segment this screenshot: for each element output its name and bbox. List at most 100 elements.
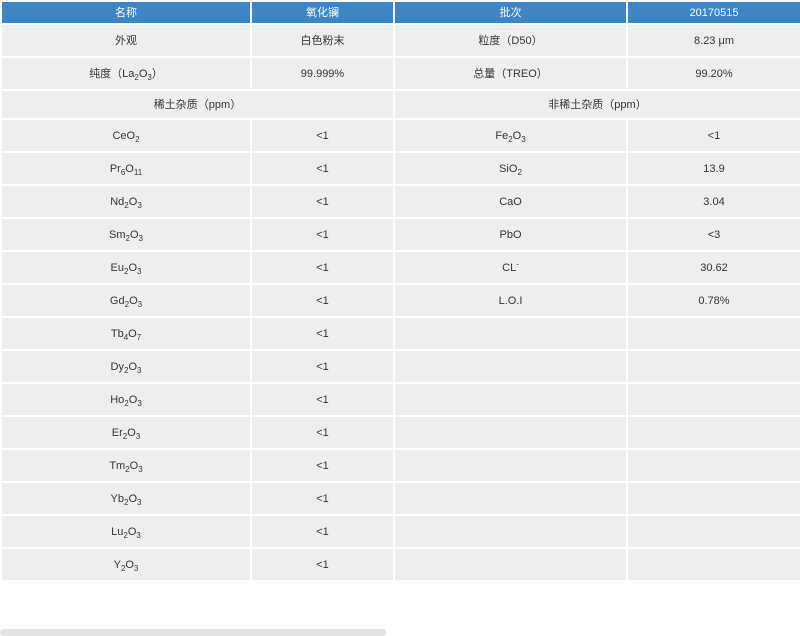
impurity-row: Lu2O3 <1 [2, 516, 800, 547]
non-rare-earth-formula: SiO2 [395, 153, 626, 184]
impurity-row: CeO2 <1 Fe2O3 <1 [2, 120, 800, 151]
impurity-row: Ho2O3 <1 [2, 384, 800, 415]
rare-earth-formula-el: Tb [110, 327, 124, 340]
non-rare-earth-value-empty [628, 483, 800, 514]
rare-earth-formula-o: O [128, 492, 138, 505]
rare-earth-formula-el: Gd [109, 294, 125, 307]
non-rare-earth-formula-el: CaO [499, 195, 522, 208]
non-rare-earth-value-empty [628, 450, 800, 481]
rare-earth-formula-s2: 7 [136, 332, 142, 342]
rare-earth-formula-el: Eu [110, 261, 124, 274]
non-rare-earth-impurities-heading: 非稀土杂质（ppm） [395, 91, 800, 118]
rare-earth-formula: Er2O3 [2, 417, 250, 448]
non-rare-earth-formula-s2: 3 [521, 134, 526, 144]
rare-earth-formula-el: Nd [110, 195, 125, 208]
non-rare-earth-formula-s2: 2 [517, 167, 522, 177]
particle-size-value: 8.23 μm [628, 25, 800, 56]
rare-earth-formula-s2: 3 [137, 299, 143, 309]
rare-earth-value: <1 [252, 351, 393, 382]
purity-label: 纯度（La2O3） [2, 58, 250, 89]
rare-earth-value: <1 [252, 516, 393, 547]
rare-earth-formula: Tb4O7 [2, 318, 250, 349]
non-rare-earth-value: 0.78% [628, 285, 800, 316]
rare-earth-formula-s2: 3 [137, 398, 142, 408]
non-rare-earth-formula-sup: - [516, 258, 519, 268]
purity-value: 99.999% [252, 58, 393, 89]
rare-earth-formula: Yb2O3 [2, 483, 250, 514]
non-rare-earth-value-empty [628, 384, 800, 415]
rare-earth-formula-o: O [128, 261, 138, 274]
non-rare-earth-value: <3 [628, 219, 800, 250]
impurity-row: Tm2O3 <1 [2, 450, 800, 481]
rare-earth-formula-o: O [129, 459, 139, 472]
non-rare-earth-formula-el: CL [502, 261, 517, 274]
non-rare-earth-value: 3.04 [628, 186, 800, 217]
treo-value: 99.20% [628, 58, 800, 89]
rare-earth-value: <1 [252, 417, 393, 448]
rare-earth-formula-o: O [128, 327, 137, 340]
rare-earth-formula: Y2O3 [2, 549, 250, 580]
non-rare-earth-formula-empty [395, 450, 626, 481]
rare-earth-formula: Tm2O3 [2, 450, 250, 481]
impurity-row: Yb2O3 <1 [2, 483, 800, 514]
rare-earth-formula-el: Ce [112, 129, 127, 142]
impurity-row: Pr6O11 <1 SiO2 13.9 [2, 153, 800, 184]
rare-earth-formula-o: O [125, 558, 134, 571]
impurity-row: Nd2O3 <1 CaO 3.04 [2, 186, 800, 217]
rare-earth-value: <1 [252, 450, 393, 481]
rare-earth-formula-o: O [129, 294, 138, 307]
rare-earth-formula-s2: 3 [137, 497, 142, 507]
impurity-row: Er2O3 <1 [2, 417, 800, 448]
rare-earth-formula-o: O [129, 228, 139, 241]
rare-earth-formula-el: Lu [111, 525, 124, 538]
info-row-purity: 纯度（La2O3） 99.999% 总量（TREO） 99.20% [2, 58, 800, 89]
rare-earth-formula-s2: 3 [137, 200, 142, 210]
non-rare-earth-formula: Fe2O3 [395, 120, 626, 151]
non-rare-earth-formula-el: PbO [499, 228, 522, 241]
impurity-row: Sm2O3 <1 PbO <3 [2, 219, 800, 250]
rare-earth-formula-o: O [128, 360, 137, 373]
rare-earth-formula-el: Er [111, 426, 123, 439]
non-rare-earth-formula-empty [395, 351, 626, 382]
impurity-row: Dy2O3 <1 [2, 351, 800, 382]
non-rare-earth-formula: CL- [395, 252, 626, 283]
purity-label-prefix: 纯度（La [89, 67, 135, 80]
impurity-row: Tb4O7 <1 [2, 318, 800, 349]
rare-earth-impurities-heading: 稀土杂质（ppm） [2, 91, 393, 118]
non-rare-earth-value-empty [628, 351, 800, 382]
header-batch-label: 批次 [395, 2, 626, 23]
particle-size-label: 粒度（D50） [395, 25, 626, 56]
rare-earth-value: <1 [252, 186, 393, 217]
rare-earth-formula: Pr6O11 [2, 153, 250, 184]
rare-earth-formula: Lu2O3 [2, 516, 250, 547]
product-spec-table: 名称 氧化镧 批次 20170515 外观 白色粉末 粒度（D50） 8.23 … [0, 0, 800, 582]
rare-earth-value: <1 [252, 219, 393, 250]
rare-earth-formula-s2: 3 [138, 464, 143, 474]
non-rare-earth-formula-empty [395, 549, 626, 580]
rare-earth-value: <1 [252, 483, 393, 514]
impurity-row: Gd2O3 <1 L.O.I 0.78% [2, 285, 800, 316]
spec-table-body: 名称 氧化镧 批次 20170515 外观 白色粉末 粒度（D50） 8.23 … [2, 2, 800, 580]
rare-earth-formula-o: O [126, 129, 136, 142]
horizontal-scrollbar[interactable] [0, 629, 386, 636]
non-rare-earth-formula-empty [395, 417, 626, 448]
non-rare-earth-formula-empty [395, 318, 626, 349]
impurity-row: Eu2O3 <1 CL- 30.62 [2, 252, 800, 283]
rare-earth-formula: Eu2O3 [2, 252, 250, 283]
rare-earth-value: <1 [252, 285, 393, 316]
rare-earth-formula: Ho2O3 [2, 384, 250, 415]
rare-earth-formula-el: Pr [109, 162, 121, 175]
non-rare-earth-formula-empty [395, 384, 626, 415]
non-rare-earth-value-empty [628, 318, 800, 349]
header-product-name: 氧化镧 [252, 2, 393, 23]
non-rare-earth-formula-el: Si [499, 162, 509, 175]
non-rare-earth-formula: PbO [395, 219, 626, 250]
rare-earth-formula-s2: 2 [135, 134, 140, 144]
rare-earth-formula-s2: 3 [138, 233, 143, 243]
non-rare-earth-formula-el: L.O.I [498, 294, 523, 307]
rare-earth-value: <1 [252, 120, 393, 151]
rare-earth-formula-s2: 3 [137, 365, 142, 375]
info-row-appearance: 外观 白色粉末 粒度（D50） 8.23 μm [2, 25, 800, 56]
non-rare-earth-formula-empty [395, 483, 626, 514]
treo-label: 总量（TREO） [395, 58, 626, 89]
